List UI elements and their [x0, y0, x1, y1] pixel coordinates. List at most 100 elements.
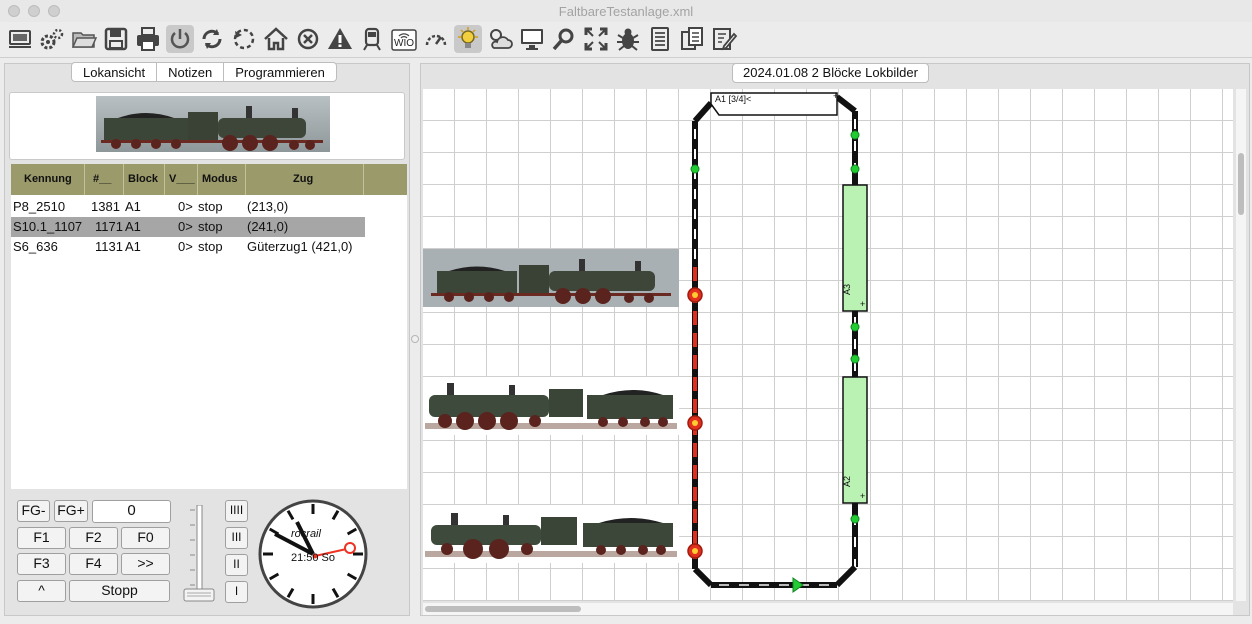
horizontal-scroll-thumb[interactable]: [425, 606, 581, 612]
clock-brand-label: rocrail: [291, 528, 321, 540]
cell-modus: stop: [198, 239, 223, 254]
list-icon[interactable]: [646, 25, 674, 53]
cell-kennung: S6_636: [13, 239, 58, 254]
toolbar: WIO: [0, 22, 1252, 56]
vertical-scroll-thumb[interactable]: [1238, 153, 1244, 215]
home-icon[interactable]: [262, 25, 290, 53]
copy-icon[interactable]: [678, 25, 706, 53]
monitor-icon[interactable]: [518, 25, 546, 53]
svg-text:+: +: [860, 491, 865, 501]
tab-notizen[interactable]: Notizen: [157, 63, 225, 81]
fullscreen-icon[interactable]: [582, 25, 610, 53]
f0-button[interactable]: F0: [121, 527, 170, 549]
window-title: FaltbareTestanlage.xml: [558, 4, 694, 19]
cell-nr: 1131: [95, 239, 123, 254]
cell-v: 0>: [178, 199, 193, 214]
cell-v: 0>: [178, 239, 193, 254]
cancel-icon[interactable]: [294, 25, 322, 53]
tab-lokansicht[interactable]: Lokansicht: [72, 63, 158, 81]
gears-icon[interactable]: [38, 25, 66, 53]
f3-button[interactable]: F3: [17, 553, 66, 575]
sync-icon[interactable]: [198, 25, 226, 53]
loco-table: Kennung #__ Block V___ Modus Zug P8_2510…: [11, 164, 407, 489]
table-row[interactable]: S6_636 1131 A1 0> stop Güterzug1 (421,0): [11, 237, 365, 257]
cell-modus: stop: [198, 199, 223, 214]
stopp-button[interactable]: Stopp: [69, 580, 170, 602]
speed-slider[interactable]: [181, 504, 217, 603]
block-a3-label: A3: [842, 283, 852, 295]
undo-circle-icon[interactable]: [230, 25, 258, 53]
col-kennung[interactable]: Kennung: [24, 173, 72, 185]
track-plan-panel: 2024.01.08 2 Blöcke Lokbilder + + + A1 […: [420, 63, 1250, 616]
cell-block: A1: [125, 199, 141, 214]
station-clock: rocrail 21:50 So: [257, 498, 369, 610]
f1-button[interactable]: F1: [17, 527, 66, 549]
power-icon[interactable]: [166, 25, 194, 53]
cell-block: A1: [125, 219, 141, 234]
table-row[interactable]: P8_2510 1381 A1 0> stop (213,0): [11, 197, 365, 217]
svg-text:+: +: [833, 91, 838, 101]
cell-kennung: P8_2510: [13, 199, 66, 214]
col-modus[interactable]: Modus: [202, 173, 237, 185]
svg-text:WIO: WIO: [394, 38, 414, 49]
block-a1-label: A1 [3/4]<: [715, 94, 752, 104]
bug-icon[interactable]: [614, 25, 642, 53]
speed-step-1-button[interactable]: I: [225, 581, 248, 603]
col-zug[interactable]: Zug: [293, 173, 313, 185]
track-plan-title[interactable]: 2024.01.08 2 Blöcke Lokbilder: [732, 63, 929, 83]
more-functions-button[interactable]: >>: [121, 553, 170, 575]
cell-v: 0>: [178, 219, 193, 234]
speed-step-2-button[interactable]: II: [225, 554, 248, 576]
f4-button[interactable]: F4: [69, 553, 118, 575]
warning-icon[interactable]: [326, 25, 354, 53]
wio-icon[interactable]: WIO: [390, 25, 418, 53]
selected-loco-image: [96, 96, 330, 152]
vertical-scrollbar[interactable]: [1236, 89, 1246, 601]
col-divider: [363, 164, 364, 195]
folder-open-icon[interactable]: [70, 25, 98, 53]
monitor-network-icon[interactable]: [6, 25, 34, 53]
col-v[interactable]: V___: [169, 173, 195, 185]
speed-field[interactable]: 0: [92, 500, 171, 523]
panel-splitter-handle[interactable]: [411, 335, 419, 343]
edit-icon[interactable]: [710, 25, 738, 53]
weather-icon[interactable]: [486, 25, 514, 53]
throttle-controls: FG- FG+ 0 F1 F2 F0 F3 F4 >> ^ Stopp IIII…: [11, 490, 407, 614]
lightbulb-icon[interactable]: [454, 25, 482, 53]
cell-zug: (241,0): [247, 219, 289, 234]
speed-step-3-button[interactable]: III: [225, 527, 248, 549]
cell-zug: (213,0): [247, 199, 289, 214]
selected-loco-image-frame: [9, 92, 405, 160]
track-plan-canvas[interactable]: + + + A1 [3/4]< A3 A2: [423, 89, 1233, 601]
loco-table-header: Kennung #__ Block V___ Modus Zug: [11, 164, 407, 195]
col-divider: [123, 164, 124, 195]
print-icon[interactable]: [134, 25, 162, 53]
col-nr[interactable]: #__: [93, 173, 111, 185]
track-layout[interactable]: + + +: [423, 89, 1233, 601]
loco-tabs: Lokansicht Notizen Programmieren: [71, 62, 337, 82]
table-row-selected[interactable]: S10.1_1107 1171 A1 0> stop (241,0): [11, 217, 365, 237]
toolbar-divider: [0, 57, 1252, 58]
col-divider: [84, 164, 85, 195]
col-block[interactable]: Block: [128, 173, 158, 185]
horizontal-scrollbar[interactable]: [423, 603, 1233, 615]
cell-kennung: S10.1_1107: [13, 219, 83, 234]
svg-text:+: +: [860, 299, 865, 309]
cell-nr: 1171: [95, 219, 123, 234]
save-icon[interactable]: [102, 25, 130, 53]
speed-step-4-button[interactable]: IIII: [225, 500, 248, 522]
direction-button[interactable]: ^: [17, 580, 66, 602]
title-bar: FaltbareTestanlage.xml: [0, 0, 1252, 22]
train-icon[interactable]: [358, 25, 386, 53]
tab-programmieren[interactable]: Programmieren: [224, 63, 336, 81]
fg-minus-button[interactable]: FG-: [17, 500, 50, 522]
fg-plus-button[interactable]: FG+: [54, 500, 88, 522]
cell-zug: Güterzug1 (421,0): [247, 239, 353, 254]
speedometer-icon[interactable]: [422, 25, 450, 53]
search-icon[interactable]: [550, 25, 578, 53]
cell-modus: stop: [198, 219, 223, 234]
f2-button[interactable]: F2: [69, 527, 118, 549]
cell-block: A1: [125, 239, 141, 254]
col-divider: [245, 164, 246, 195]
col-divider: [197, 164, 198, 195]
